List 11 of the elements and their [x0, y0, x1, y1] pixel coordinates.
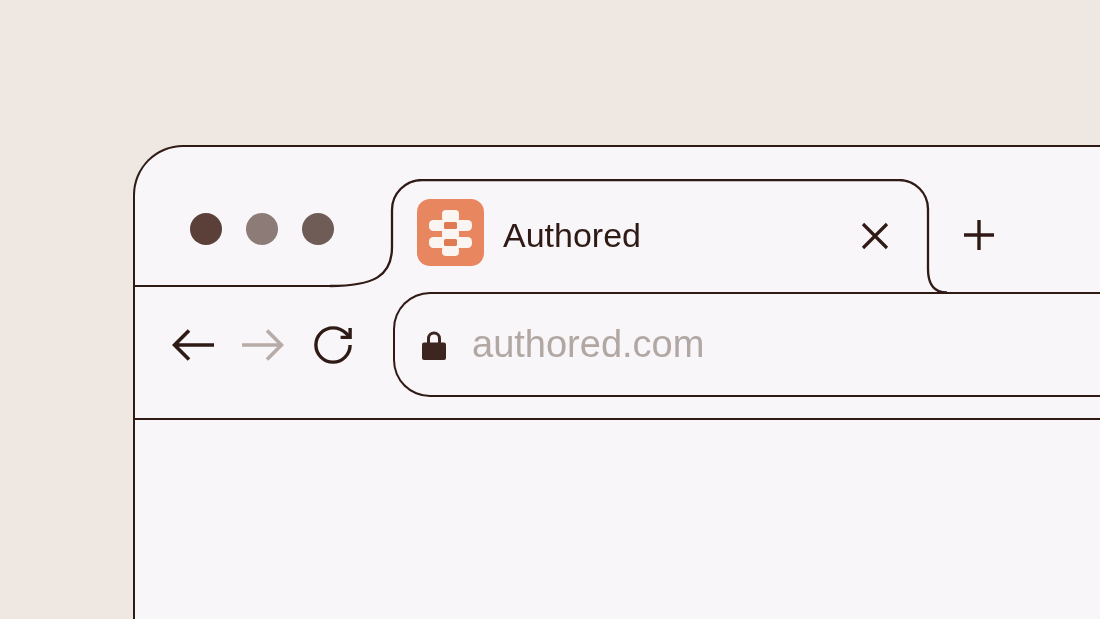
reload-icon — [314, 326, 352, 364]
plus-icon — [964, 220, 994, 250]
reload-button[interactable] — [311, 323, 355, 367]
window-dot-icon[interactable] — [190, 213, 222, 245]
arrow-right-icon — [242, 329, 284, 361]
window-dot-icon[interactable] — [246, 213, 278, 245]
close-icon — [861, 221, 889, 250]
arrow-left-icon — [172, 329, 214, 361]
window-dot-icon[interactable] — [302, 213, 334, 245]
url-text: authored.com — [472, 323, 705, 366]
logo-icon — [417, 198, 484, 266]
